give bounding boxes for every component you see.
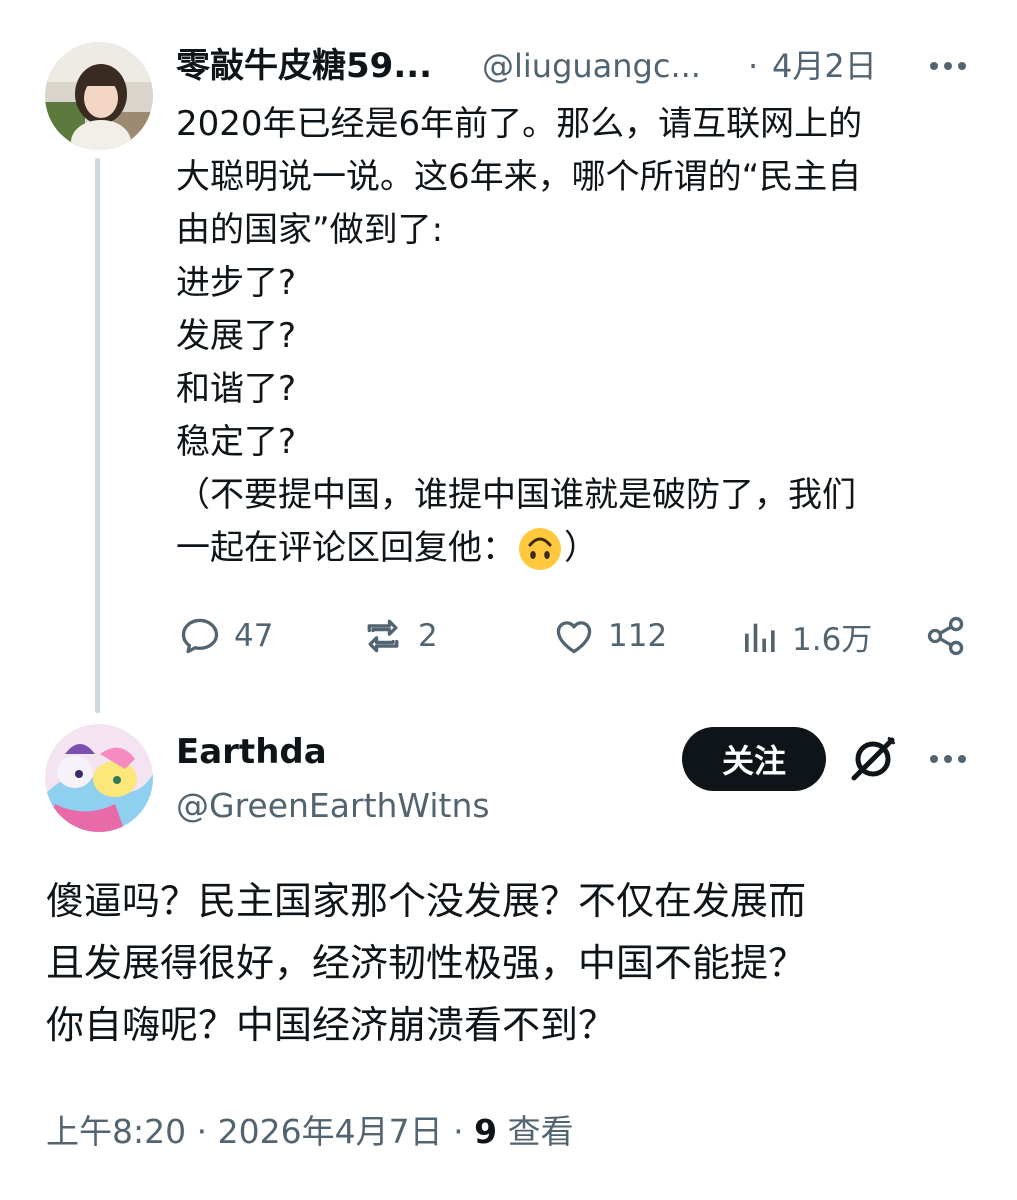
grok-icon[interactable] bbox=[848, 734, 898, 784]
views-action[interactable]: 1.6万 bbox=[740, 614, 872, 659]
tweet-text-line: 发展了? bbox=[176, 316, 297, 356]
reply-footer: 上午8:20 · 2026年4月7日 · 9 查看 bbox=[46, 1110, 574, 1154]
upside-down-face-emoji bbox=[518, 527, 562, 571]
retweet-icon bbox=[367, 619, 399, 653]
analytics-icon bbox=[745, 623, 775, 652]
tweet-text-line: 由的国家”做到了: bbox=[176, 210, 444, 250]
tweet-body: 2020年已经是6年前了。那么，请互联网上的 大聪明说一说。这6年来，哪个所谓的… bbox=[176, 98, 862, 575]
avatar-photo bbox=[45, 42, 153, 150]
tweet-text-line: 2020年已经是6年前了。那么，请互联网上的 bbox=[176, 104, 863, 144]
avatar-illustration bbox=[45, 724, 153, 832]
closing-paren: ） bbox=[564, 528, 598, 568]
ellipsis-icon[interactable] bbox=[928, 56, 968, 76]
share-icon bbox=[927, 616, 964, 656]
retweet-count: 2 bbox=[418, 618, 438, 654]
footer-separator: · bbox=[453, 1112, 464, 1151]
reply-text-line: 且发展得很好，经济韧性极强，中国不能提？ bbox=[46, 941, 807, 985]
thread-connector-line bbox=[95, 158, 100, 713]
reply-action[interactable]: 47 bbox=[178, 614, 273, 658]
share-action[interactable] bbox=[924, 614, 968, 658]
tweet-text-line: 稳定了? bbox=[176, 422, 297, 462]
reply-count: 47 bbox=[234, 618, 274, 654]
follow-button[interactable]: 关注 bbox=[682, 727, 826, 791]
view-count: 1.6万 bbox=[792, 622, 873, 658]
ellipsis-icon[interactable] bbox=[928, 749, 968, 769]
tweet-text-line: 一起在评论区回复他： bbox=[176, 528, 516, 568]
reply-text-line: 你自嗨呢？中国经济崩溃看不到？ bbox=[46, 1003, 617, 1047]
reply-body: 傻逼吗？民主国家那个没发展？不仅在发展而 且发展得很好，经济韧性极强，中国不能提… bbox=[46, 870, 806, 1056]
reply-author-avatar[interactable] bbox=[45, 724, 153, 832]
reply-handle[interactable]: @GreenEarthWitns bbox=[176, 784, 490, 828]
author-avatar[interactable] bbox=[45, 42, 153, 150]
tweet-text-line: 大聪明说一说。这6年来，哪个所谓的“民主自 bbox=[176, 157, 862, 197]
like-action[interactable]: 112 bbox=[552, 614, 667, 658]
reply-display-name[interactable]: Earthda bbox=[176, 730, 327, 774]
reply-text-line: 傻逼吗？民主国家那个没发展？不仅在发展而 bbox=[46, 879, 807, 923]
footer-separator: · bbox=[196, 1112, 208, 1151]
post-date[interactable]: 2026年4月7日 bbox=[218, 1112, 443, 1151]
post-time[interactable]: 上午8:20 bbox=[46, 1112, 186, 1151]
views-count: 9 bbox=[474, 1112, 498, 1151]
tweet-text-line: 进步了? bbox=[176, 263, 297, 303]
views-label: 查看 bbox=[507, 1112, 574, 1151]
author-display-name[interactable]: 零敲牛皮糖59... bbox=[176, 44, 432, 88]
tweet-text-line: 和谐了? bbox=[176, 369, 297, 409]
tweet-text-line: （不要提中国，谁提中国谁就是破防了，我们 bbox=[176, 475, 856, 515]
heart-icon bbox=[556, 621, 592, 654]
tweet-text-line-last: 一起在评论区回复他： ） bbox=[176, 522, 862, 575]
meta-separator: · bbox=[748, 47, 759, 85]
reply-icon bbox=[181, 618, 219, 654]
author-handle[interactable]: @liuguangc... bbox=[482, 44, 701, 88]
like-count: 112 bbox=[608, 618, 668, 654]
tweet-date[interactable]: 4月2日 bbox=[772, 44, 877, 88]
retweet-action[interactable]: 2 bbox=[360, 614, 438, 658]
